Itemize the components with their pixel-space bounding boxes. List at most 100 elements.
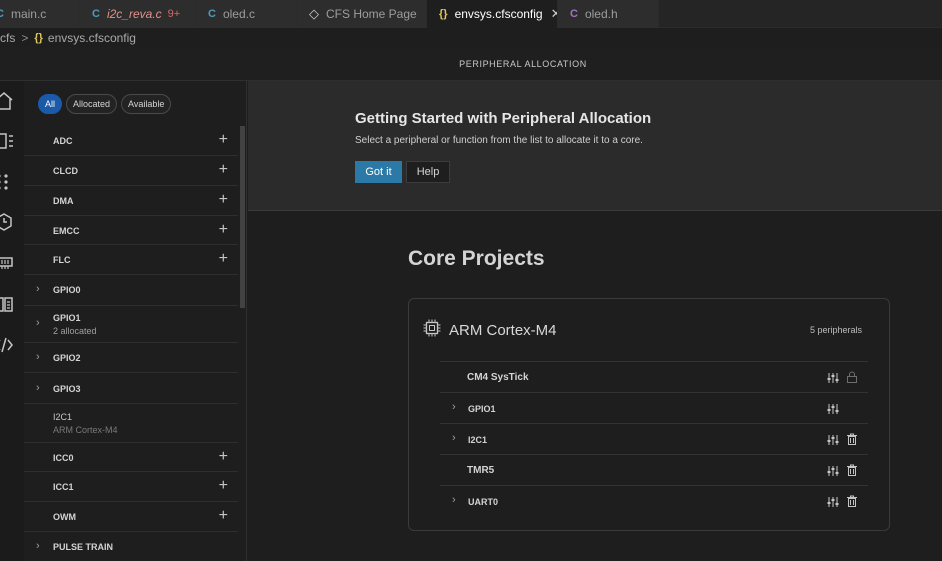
- peripheral-name: PULSE TRAIN: [53, 542, 114, 552]
- add-icon[interactable]: +: [219, 162, 228, 178]
- chevron-right-icon[interactable]: ›: [36, 540, 40, 552]
- trash-icon[interactable]: [846, 494, 858, 507]
- core-peripheral-row[interactable]: › UART0: [440, 485, 868, 516]
- peripheral-name: GPIO1: [53, 313, 81, 323]
- peripheral-list: ADC + CLCD + DMA + EMCC + FLC + › GPIO0 …: [24, 126, 246, 561]
- chip-icon: [423, 319, 441, 342]
- pins-icon[interactable]: [0, 172, 14, 192]
- chevron-right-icon[interactable]: ›: [36, 351, 40, 363]
- chevron-right-icon[interactable]: ›: [36, 382, 40, 394]
- core-name: ARM Cortex-M4: [449, 322, 557, 339]
- filter-all[interactable]: All: [38, 93, 63, 114]
- add-icon[interactable]: +: [219, 192, 228, 208]
- settings-sliders-icon[interactable]: [827, 402, 839, 414]
- chevron-right-icon[interactable]: ›: [36, 317, 40, 329]
- c-header-icon: C: [570, 8, 578, 20]
- add-icon[interactable]: +: [219, 449, 228, 465]
- tab-main-c[interactable]: C main.c: [0, 0, 80, 28]
- tab-oled-h[interactable]: C oled.h: [558, 0, 659, 28]
- trash-icon[interactable]: [846, 432, 858, 445]
- list-item[interactable]: › GPIO1 2 allocated: [24, 306, 238, 343]
- getting-started-banner: Getting Started with Peripheral Allocati…: [248, 81, 942, 211]
- braces-icon: {}: [439, 8, 448, 20]
- tab-label: envsys.cfsconfig: [454, 7, 543, 21]
- memory-icon[interactable]: [0, 253, 14, 273]
- c-file-icon: C: [92, 8, 100, 20]
- allocation-status: 2 allocated: [53, 326, 97, 336]
- add-icon[interactable]: +: [219, 132, 228, 148]
- peripheral-name: OWM: [53, 512, 76, 522]
- peripherals-icon[interactable]: [0, 131, 14, 151]
- add-icon[interactable]: +: [219, 478, 228, 494]
- chevron-right-icon[interactable]: ›: [452, 401, 456, 413]
- settings-sliders-icon[interactable]: [827, 464, 839, 476]
- peripheral-name: UART0: [468, 497, 499, 507]
- settings-sliders-icon[interactable]: [827, 433, 839, 445]
- tab-label: i2c_reva.c: [106, 7, 162, 21]
- peripheral-name: EMCC: [53, 226, 80, 236]
- list-item[interactable]: ICC1 +: [24, 472, 238, 502]
- add-icon[interactable]: +: [219, 508, 228, 524]
- list-item[interactable]: EMCC +: [24, 216, 238, 245]
- peripheral-name: GPIO1: [468, 404, 496, 414]
- peripheral-count: 5 peripherals: [809, 325, 862, 335]
- chevron-right-icon: >: [21, 30, 29, 45]
- peripheral-name: GPIO3: [53, 384, 81, 394]
- list-item[interactable]: › PULSE TRAIN: [24, 532, 238, 561]
- core-peripheral-row[interactable]: › I2C1: [440, 423, 868, 454]
- list-item[interactable]: › GPIO3: [24, 373, 238, 404]
- sidebar-scrollbar[interactable]: [240, 126, 245, 308]
- settings-sliders-icon[interactable]: [827, 371, 839, 383]
- problem-count-badge: 9+: [167, 8, 181, 20]
- tab-label: CFS Home Page: [326, 7, 417, 21]
- tab-label: oled.c: [222, 7, 255, 21]
- c-file-icon: C: [0, 8, 4, 20]
- core-header: ARM Cortex-M4: [423, 319, 557, 342]
- docs-icon[interactable]: [0, 294, 14, 314]
- chevron-right-icon[interactable]: ›: [36, 283, 40, 295]
- breadcrumb-file[interactable]: envsys.cfsconfig: [48, 31, 136, 45]
- peripheral-name: ICC0: [53, 453, 74, 463]
- help-button[interactable]: Help: [406, 161, 450, 183]
- filter-allocated[interactable]: Allocated: [66, 93, 118, 114]
- core-peripheral-row[interactable]: TMR5: [440, 454, 868, 485]
- breadcrumb-root[interactable]: cfs: [0, 31, 15, 45]
- code-icon[interactable]: [0, 335, 14, 355]
- peripheral-name: GPIO2: [53, 353, 81, 363]
- filter-available[interactable]: Available: [121, 93, 172, 114]
- core-peripheral-row[interactable]: CM4 SysTick: [440, 361, 868, 392]
- page-title: PERIPHERAL ALLOCATION: [459, 58, 587, 69]
- list-item[interactable]: I2C1 ARM Cortex-M4: [24, 404, 238, 443]
- home-icon[interactable]: [0, 91, 14, 111]
- tab-oled-c[interactable]: C oled.c: [196, 0, 297, 28]
- core-projects-title: Core Projects: [408, 247, 545, 270]
- banner-description: Select a peripheral or function from the…: [355, 135, 643, 146]
- list-item[interactable]: OWM +: [24, 502, 238, 532]
- tab-i2c-reva-c[interactable]: C i2c_reva.c 9+: [80, 0, 196, 28]
- tab-envsys-cfsconfig[interactable]: {} envsys.cfsconfig ✕: [427, 0, 558, 28]
- tab-label: oled.h: [584, 7, 618, 21]
- add-icon[interactable]: +: [219, 251, 228, 267]
- list-item[interactable]: CLCD +: [24, 156, 238, 186]
- chevron-right-icon[interactable]: ›: [452, 494, 456, 506]
- core-peripheral-row[interactable]: › GPIO1: [440, 392, 868, 423]
- list-item[interactable]: › GPIO0: [24, 275, 238, 306]
- tab-cfs-home-page[interactable]: ◇ CFS Home Page: [297, 0, 427, 28]
- settings-sliders-icon[interactable]: [827, 495, 839, 507]
- close-icon[interactable]: ✕: [551, 6, 557, 22]
- peripheral-name: DMA: [53, 196, 74, 206]
- diamond-icon: ◇: [309, 6, 319, 21]
- peripheral-name: ADC: [53, 136, 73, 146]
- trash-icon[interactable]: [846, 463, 858, 476]
- breadcrumb: cfs > {} envsys.cfsconfig: [0, 28, 942, 47]
- got-it-button[interactable]: Got it: [355, 161, 402, 183]
- list-item[interactable]: DMA +: [24, 186, 238, 216]
- list-item[interactable]: FLC +: [24, 245, 238, 275]
- list-item[interactable]: ADC +: [24, 126, 238, 156]
- c-file-icon: C: [208, 8, 216, 20]
- list-item[interactable]: › GPIO2: [24, 343, 238, 373]
- chevron-right-icon[interactable]: ›: [452, 432, 456, 444]
- clock-icon[interactable]: [0, 212, 14, 232]
- add-icon[interactable]: +: [219, 222, 228, 238]
- list-item[interactable]: ICC0 +: [24, 443, 238, 472]
